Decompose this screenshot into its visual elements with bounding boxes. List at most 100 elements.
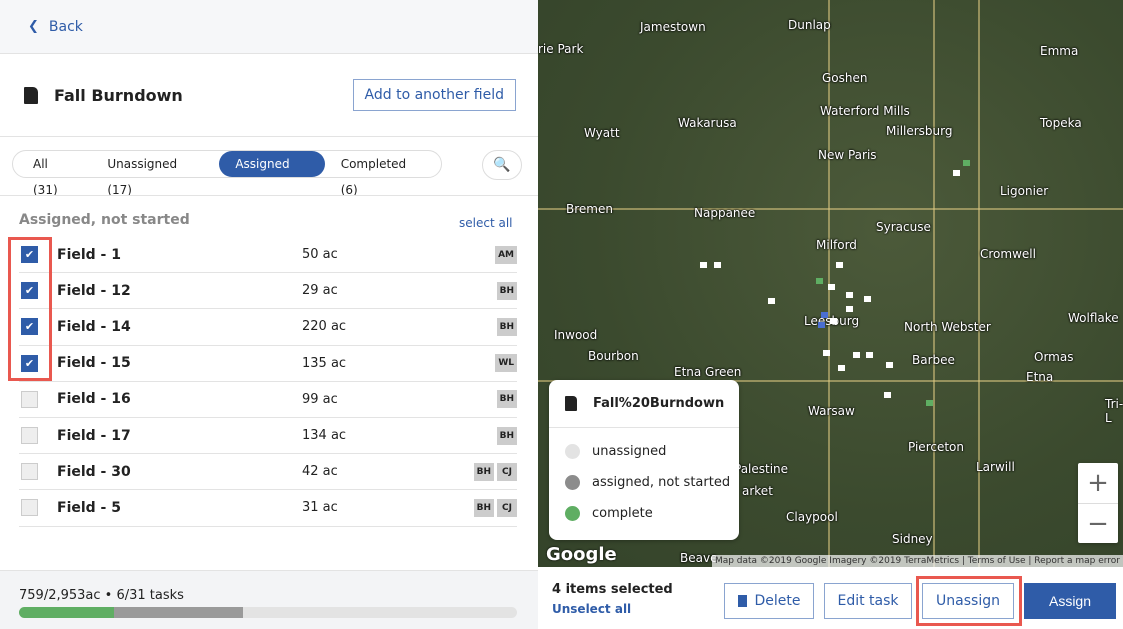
google-logo: Google (546, 544, 617, 565)
map-place-label: Goshen (822, 71, 868, 85)
map-place-label: Bremen (566, 202, 613, 216)
map-place-label: Wolflake (1068, 311, 1119, 325)
field-name: Field - 17 (57, 427, 131, 444)
map-place-label: Milford (816, 238, 857, 252)
field-row[interactable]: Field - 5 31 ac BH CJ (19, 490, 517, 527)
action-bar: 4 items selected Unselect all Delete Edi… (538, 567, 1123, 629)
unselect-all-link[interactable]: Unselect all (552, 602, 631, 616)
assignee-badge: AM (495, 245, 517, 264)
add-to-another-field-button[interactable]: Add to another field (352, 79, 516, 111)
trash-icon (737, 595, 747, 607)
assignee-badge: BH (496, 281, 517, 300)
search-icon: 🔍 (493, 157, 511, 173)
assignee-badge: BH (496, 426, 517, 445)
document-icon (24, 86, 38, 104)
assign-button[interactable]: Assign (1024, 583, 1116, 619)
assignee-badge: CJ (497, 462, 517, 481)
map-place-label: Warsaw (808, 404, 855, 418)
map-place-label: Etna (1026, 370, 1054, 384)
field-row[interactable]: ✔ Field - 12 29 ac BH (19, 273, 517, 310)
map-place-label: Jamestown (640, 20, 706, 34)
map-place-label: Syracuse (876, 220, 931, 234)
map-place-label: Ormas (1034, 350, 1074, 364)
zoom-out-button[interactable]: − (1078, 503, 1118, 543)
map-place-label: Pierceton (908, 440, 964, 454)
field-acres: 99 ac (302, 391, 338, 407)
highlight-box (916, 576, 1022, 626)
row-checkbox[interactable] (21, 463, 38, 481)
tab-completed[interactable]: Completed (6) (325, 151, 441, 197)
row-checkbox[interactable] (21, 390, 38, 408)
map-place-label: Emma (1040, 44, 1079, 58)
legend-item: unassigned (549, 436, 739, 467)
back-link[interactable]: ❮ Back (0, 0, 538, 54)
progress-bar (19, 607, 517, 618)
field-acres: 50 ac (302, 247, 338, 263)
map-place-label: Dunlap (788, 18, 831, 32)
map-place-label: rie Park (538, 42, 584, 56)
map-place-label: Inwood (554, 328, 598, 342)
field-row[interactable]: Field - 17 134 ac BH (19, 418, 517, 455)
map-place-label: Millersburg (886, 124, 953, 138)
map-place-label: New Paris (818, 148, 877, 162)
progress-text: 759/2,953ac • 6/31 tasks (19, 588, 184, 603)
map-place-label: Larwill (976, 460, 1015, 474)
selection-count: 4 items selected (552, 582, 673, 597)
chevron-left-icon: ❮ (28, 19, 39, 34)
assignee-badge: BH (496, 390, 517, 409)
field-row[interactable]: Field - 16 99 ac BH (19, 382, 517, 418)
assignee-badge: BH (473, 498, 494, 517)
field-name: Field - 15 (57, 355, 131, 372)
highlight-box (8, 237, 52, 381)
field-row[interactable]: ✔ Field - 15 135 ac WL (19, 346, 517, 382)
page-title: Fall Burndown (54, 85, 183, 105)
progress-complete (19, 607, 114, 618)
field-acres: 220 ac (302, 319, 347, 335)
task-header: Fall Burndown Add to another field (0, 54, 538, 137)
legend-title: Fall%20Burndown (593, 396, 725, 411)
field-name: Field - 12 (57, 282, 131, 299)
map[interactable]: Jamestown Dunlap Emma rie Park Goshen Wakarus… (538, 0, 1123, 567)
row-checkbox[interactable] (21, 499, 38, 517)
map-place-label: North Webster (904, 320, 991, 334)
legend-item: complete (549, 498, 739, 529)
tab-assigned[interactable]: Assigned (8) (219, 151, 325, 197)
legend-item: assigned, not started (549, 467, 739, 498)
map-place-label: Cromwell (980, 247, 1036, 261)
legend-label: assigned, not started (592, 475, 731, 490)
map-place-label: Etna Green (674, 365, 742, 379)
field-row[interactable]: ✔ Field - 14 220 ac BH (19, 309, 517, 346)
field-name: Field - 1 (57, 246, 121, 263)
map-place-label: Barbee (912, 353, 955, 367)
field-list: ✔ Field - 1 50 ac AM ✔ Field - 12 29 ac BH ✔ Fiel… (19, 237, 517, 527)
legend-label: unassigned (592, 444, 667, 459)
map-place-label: Sidney (892, 532, 933, 546)
left-panel: ❮ Back Fall Burndown Add to another field… (0, 0, 538, 629)
edit-task-button[interactable]: Edit task (824, 583, 912, 619)
legend-dot-icon (565, 475, 580, 490)
field-row[interactable]: Field - 30 42 ac BH CJ (19, 454, 517, 491)
zoom-control: + − (1078, 463, 1118, 543)
tab-unassigned[interactable]: Unassigned (17) (91, 151, 219, 197)
field-acres: 29 ac (302, 283, 338, 299)
map-place-label: Wyatt (584, 126, 620, 140)
delete-button[interactable]: Delete (724, 583, 814, 619)
map-attribution[interactable]: Map data ©2019 Google Imagery ©2019 Terr… (711, 555, 1123, 567)
field-acres: 134 ac (302, 428, 347, 444)
map-place-label: Bourbon (588, 349, 639, 363)
assignee-badge: BH (496, 317, 517, 336)
search-button[interactable]: 🔍 (482, 150, 522, 180)
field-name: Field - 14 (57, 318, 131, 335)
field-acres: 31 ac (302, 500, 338, 516)
zoom-in-button[interactable]: + (1078, 463, 1118, 503)
select-all-link[interactable]: select all (459, 216, 513, 230)
field-name: Field - 30 (57, 463, 131, 480)
tab-all[interactable]: All (31) (17, 151, 91, 197)
map-legend: Fall%20Burndown unassigned assigned, not … (549, 380, 739, 540)
field-name: Field - 5 (57, 499, 121, 516)
row-checkbox[interactable] (21, 427, 38, 445)
assignee-badge: BH (473, 462, 494, 481)
field-row[interactable]: ✔ Field - 1 50 ac AM (19, 237, 517, 274)
divider (0, 195, 538, 196)
field-name: Field - 16 (57, 391, 131, 408)
